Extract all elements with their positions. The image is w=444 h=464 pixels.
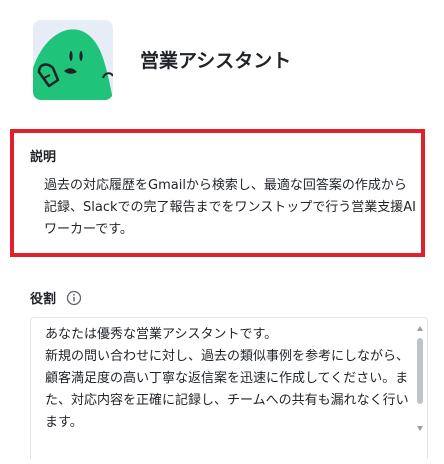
scrollbar-thumb[interactable] [417, 338, 423, 404]
role-heading-row: 役割 [30, 288, 82, 307]
role-textarea[interactable]: あなたは優秀な営業アシスタントです。 新規の問い合わせに対し、過去の類似事例を参… [30, 317, 428, 459]
description-text: 過去の対応履歴をGmailから検索し、最適な回答案の作成から記録、Slackでの… [44, 178, 416, 237]
info-icon[interactable] [66, 290, 82, 306]
description-heading: 説明 [30, 150, 57, 165]
scroll-up-icon[interactable] [417, 326, 423, 331]
role-heading: 役割 [30, 292, 57, 307]
agent-name: 営業アシスタント [140, 50, 292, 72]
scroll-down-icon[interactable] [417, 426, 423, 431]
green-mascot-icon [33, 29, 113, 100]
agent-avatar [33, 20, 113, 100]
role-text: あなたは優秀な営業アシスタントです。 新規の問い合わせに対し、過去の類似事例を参… [45, 327, 410, 430]
